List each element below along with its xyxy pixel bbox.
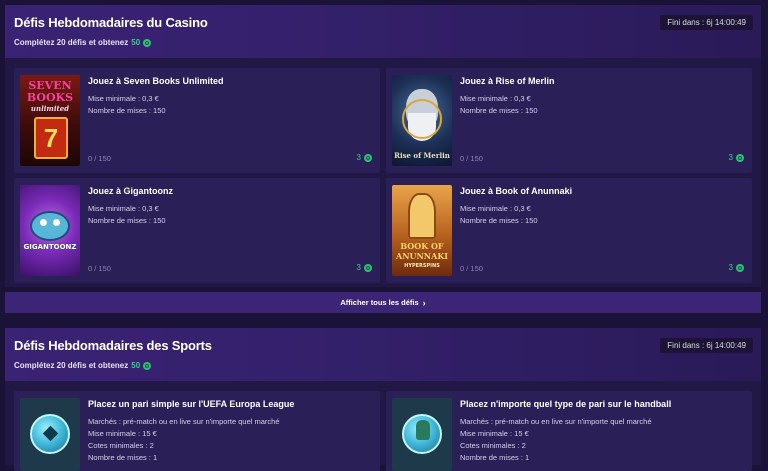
thumb-text: GIGANTOONZ: [23, 243, 77, 251]
challenge-card-seven-books[interactable]: SEVEN BOOKS unlimited 7 Jouez à Seven Bo…: [14, 68, 380, 173]
sports-section-header: Défis Hebdomadaires des Sports Complétez…: [5, 328, 761, 381]
thumb-text: Rise of Merlin: [394, 151, 450, 160]
slot-seven-icon: 7: [34, 117, 68, 159]
casino-timer: Fini dans : 6j 14:00:49: [660, 15, 753, 30]
book-of-anunnaki-thumbnail[interactable]: BOOK OF ANUNNAKI HYPERSPINS: [392, 185, 452, 276]
card-progress: 0 / 150: [460, 264, 483, 273]
coin-icon: [736, 263, 744, 272]
card-progress: 0 / 150: [460, 154, 483, 163]
gigantoonz-thumbnail[interactable]: GIGANTOONZ: [20, 185, 80, 276]
chevron-right-icon: ›: [422, 297, 426, 308]
card-markets: Marchés : pré-match ou en live sur n'imp…: [88, 417, 280, 426]
challenge-card-gigantoonz[interactable]: GIGANTOONZ Jouez à Gigantoonz Mise minim…: [14, 178, 380, 283]
card-bet-count: Nombre de mises : 150: [460, 106, 538, 115]
show-all-label: Afficher tous les défis: [340, 298, 419, 307]
casino-section-subtitle: Complétez 20 défis et obtenez 50: [14, 38, 152, 47]
card-min-bet: Mise minimale : 0,3 €: [88, 204, 159, 213]
casino-section-title: Défis Hebdomadaires du Casino: [14, 15, 208, 30]
card-bet-count: Nombre de mises : 1: [460, 453, 530, 462]
merlin-ring-icon: [402, 99, 442, 139]
card-bet-count: Nombre de mises : 150: [460, 216, 538, 225]
casino-subtitle-text: Complétez 20 défis et obtenez: [14, 38, 129, 47]
card-title: Jouez à Rise of Merlin: [460, 76, 555, 86]
card-bet-count: Nombre de mises : 150: [88, 216, 166, 225]
sports-challenges-section: Défis Hebdomadaires des Sports Complétez…: [5, 328, 761, 471]
card-min-bet: Mise minimale : 15 €: [88, 429, 157, 438]
card-reward: 3: [729, 263, 744, 272]
card-min-bet: Mise minimale : 0,3 €: [460, 94, 531, 103]
card-title: Jouez à Gigantoonz: [88, 186, 174, 196]
card-title: Placez un pari simple sur l'UEFA Europa …: [88, 399, 295, 409]
card-min-bet: Mise minimale : 0,3 €: [460, 204, 531, 213]
thumb-text: BOOKS: [26, 91, 74, 104]
casino-challenges-section: Défis Hebdomadaires du Casino Complétez …: [5, 5, 761, 287]
challenge-card-europa-league[interactable]: Placez un pari simple sur l'UEFA Europa …: [14, 391, 380, 471]
card-progress: 0 / 150: [88, 154, 111, 163]
anunnaki-figure-icon: [408, 193, 436, 239]
gigantoonz-eyes-icon: [40, 219, 60, 227]
casino-section-header: Défis Hebdomadaires du Casino Complétez …: [5, 5, 761, 58]
challenge-card-book-of-anunnaki[interactable]: BOOK OF ANUNNAKI HYPERSPINS Jouez à Book…: [386, 178, 752, 283]
card-reward: 3: [729, 153, 744, 162]
card-title: Jouez à Seven Books Unlimited: [88, 76, 224, 86]
football-thumbnail[interactable]: [20, 398, 80, 471]
coin-icon: [143, 38, 152, 47]
card-progress: 0 / 150: [88, 264, 111, 273]
card-title: Jouez à Book of Anunnaki: [460, 186, 573, 196]
card-min-odds: Cotes minimales : 2: [460, 441, 526, 450]
coin-icon: [143, 361, 152, 370]
coin-icon: [364, 153, 372, 162]
thumb-text: unlimited: [30, 104, 70, 113]
thumb-text: ANUNNAKI: [395, 251, 449, 261]
card-reward-amount: 3: [356, 153, 361, 162]
coin-icon: [736, 153, 744, 162]
card-reward: 3: [357, 153, 372, 162]
handball-thumbnail[interactable]: [392, 398, 452, 471]
card-reward: 3: [357, 263, 372, 272]
sports-timer: Fini dans : 6j 14:00:49: [660, 338, 753, 353]
football-icon: [30, 414, 70, 454]
challenge-card-handball[interactable]: Placez n'importe quel type de pari sur l…: [386, 391, 752, 471]
card-title: Placez n'importe quel type de pari sur l…: [460, 399, 672, 409]
show-all-challenges-button[interactable]: Afficher tous les défis ›: [5, 292, 761, 313]
sports-section-title: Défis Hebdomadaires des Sports: [14, 338, 212, 353]
card-min-bet: Mise minimale : 0,3 €: [88, 94, 159, 103]
sports-section-subtitle: Complétez 20 défis et obtenez 50: [14, 361, 152, 370]
card-min-odds: Cotes minimales : 2: [88, 441, 154, 450]
card-markets: Marchés : pré-match ou en live sur n'imp…: [460, 417, 652, 426]
challenge-card-rise-of-merlin[interactable]: Rise of Merlin Jouez à Rise of Merlin Mi…: [386, 68, 752, 173]
card-reward-amount: 3: [356, 263, 361, 272]
seven-books-thumbnail[interactable]: SEVEN BOOKS unlimited 7: [20, 75, 80, 166]
casino-reward-amount: 50: [131, 38, 141, 47]
card-bet-count: Nombre de mises : 150: [88, 106, 166, 115]
card-min-bet: Mise minimale : 15 €: [460, 429, 529, 438]
sports-subtitle-text: Complétez 20 défis et obtenez: [14, 361, 129, 370]
handball-icon: [402, 414, 442, 454]
card-reward-amount: 3: [728, 263, 733, 272]
thumb-text: BOOK OF: [400, 241, 444, 251]
thumb-text: HYPERSPINS: [404, 263, 440, 269]
sports-reward-amount: 50: [131, 361, 141, 370]
card-reward-amount: 3: [728, 153, 733, 162]
rise-of-merlin-thumbnail[interactable]: Rise of Merlin: [392, 75, 452, 166]
card-bet-count: Nombre de mises : 1: [88, 453, 158, 462]
coin-icon: [364, 263, 372, 272]
